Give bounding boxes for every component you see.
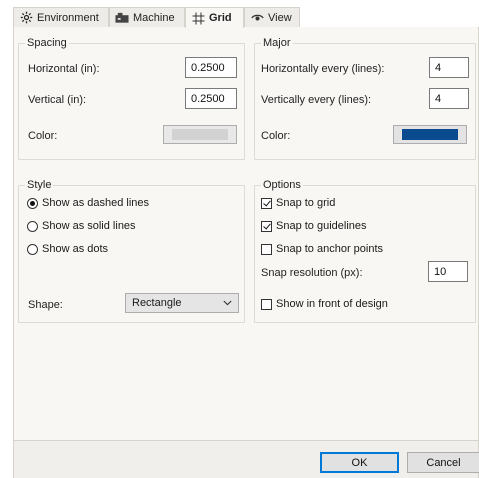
tab-grid-label: Grid	[209, 12, 232, 24]
major-color-label: Color:	[261, 130, 291, 142]
major-color-swatch	[402, 129, 458, 140]
spacing-color-label: Color:	[28, 130, 58, 142]
snap-to-grid-checkbox[interactable]: Snap to grid	[261, 197, 335, 209]
tab-grid[interactable]: Grid	[185, 7, 244, 28]
snap-to-anchor-checkbox[interactable]: Snap to anchor points	[261, 243, 383, 255]
snap-to-guidelines-checkbox[interactable]: Snap to guidelines	[261, 220, 367, 232]
tab-environment-label: Environment	[37, 11, 99, 24]
radio-dots[interactable]: Show as dots	[27, 243, 108, 255]
snap-to-grid-label: Snap to grid	[276, 197, 336, 209]
radio-solid-lines[interactable]: Show as solid lines	[27, 220, 136, 232]
snap-resolution-label: Snap resolution (px):	[261, 267, 363, 279]
shape-select-value: Rectangle	[132, 297, 182, 309]
radio-dashed-indicator[interactable]	[27, 197, 38, 209]
eye-icon	[250, 11, 264, 25]
tab-bar: Environment Machine Grid View	[13, 7, 479, 28]
major-group-title: Major	[261, 37, 293, 50]
chevron-down-icon	[223, 297, 232, 309]
radio-solid-indicator[interactable]	[27, 220, 38, 232]
radio-dashed-lines[interactable]: Show as dashed lines	[27, 197, 149, 209]
vertical-spacing-input[interactable]	[185, 88, 237, 109]
show-in-front-checkbox[interactable]: Show in front of design	[261, 298, 388, 310]
cancel-button[interactable]: Cancel	[407, 452, 479, 473]
spacing-group: Spacing Horizontal (in): Vertical (in): …	[18, 37, 245, 160]
grid-settings-panel: Spacing Horizontal (in): Vertical (in): …	[13, 27, 479, 440]
spacing-color-picker[interactable]	[163, 125, 237, 144]
options-group-title: Options	[261, 179, 303, 192]
snap-to-grid-box[interactable]	[261, 197, 272, 209]
horizontal-spacing-label: Horizontal (in):	[28, 63, 100, 75]
radio-dots-label: Show as dots	[42, 243, 109, 255]
style-group: Style Show as dashed lines Show as solid…	[18, 179, 245, 323]
radio-dashed-label: Show as dashed lines	[42, 197, 150, 209]
show-in-front-box[interactable]	[261, 298, 272, 310]
major-color-picker[interactable]	[393, 125, 467, 144]
tab-view-label: View	[268, 11, 292, 24]
gear-icon	[19, 11, 33, 25]
tab-machine-label: Machine	[133, 11, 175, 24]
major-horizontal-label: Horizontally every (lines):	[261, 63, 385, 75]
snap-to-guidelines-box[interactable]	[261, 220, 272, 232]
options-group: Options Snap to grid Snap to guidelines …	[254, 179, 476, 323]
spacing-group-title: Spacing	[25, 37, 69, 50]
ok-button[interactable]: OK	[320, 452, 399, 473]
show-in-front-label: Show in front of design	[276, 298, 388, 310]
snap-to-anchor-label: Snap to anchor points	[276, 243, 384, 255]
tab-view[interactable]: View	[244, 7, 300, 27]
machine-icon	[115, 11, 129, 25]
snap-to-anchor-box[interactable]	[261, 243, 272, 255]
vertical-spacing-label: Vertical (in):	[28, 94, 87, 106]
major-vertical-label: Vertically every (lines):	[261, 94, 372, 106]
grid-icon	[191, 11, 205, 25]
radio-dots-indicator[interactable]	[27, 243, 38, 255]
snap-resolution-input[interactable]	[428, 261, 468, 282]
style-group-title: Style	[25, 179, 54, 192]
tab-environment[interactable]: Environment	[13, 7, 109, 27]
shape-select[interactable]: Rectangle	[125, 293, 239, 313]
horizontal-spacing-input[interactable]	[185, 57, 237, 78]
major-group: Major Horizontally every (lines): Vertic…	[254, 37, 476, 160]
tab-machine[interactable]: Machine	[109, 7, 185, 27]
dialog-footer: OK Cancel	[13, 440, 479, 478]
spacing-color-swatch	[172, 129, 228, 140]
major-vertical-input[interactable]	[429, 88, 469, 109]
snap-to-guidelines-label: Snap to guidelines	[276, 220, 367, 232]
shape-label: Shape:	[28, 299, 63, 311]
radio-solid-label: Show as solid lines	[42, 220, 136, 232]
major-horizontal-input[interactable]	[429, 57, 469, 78]
